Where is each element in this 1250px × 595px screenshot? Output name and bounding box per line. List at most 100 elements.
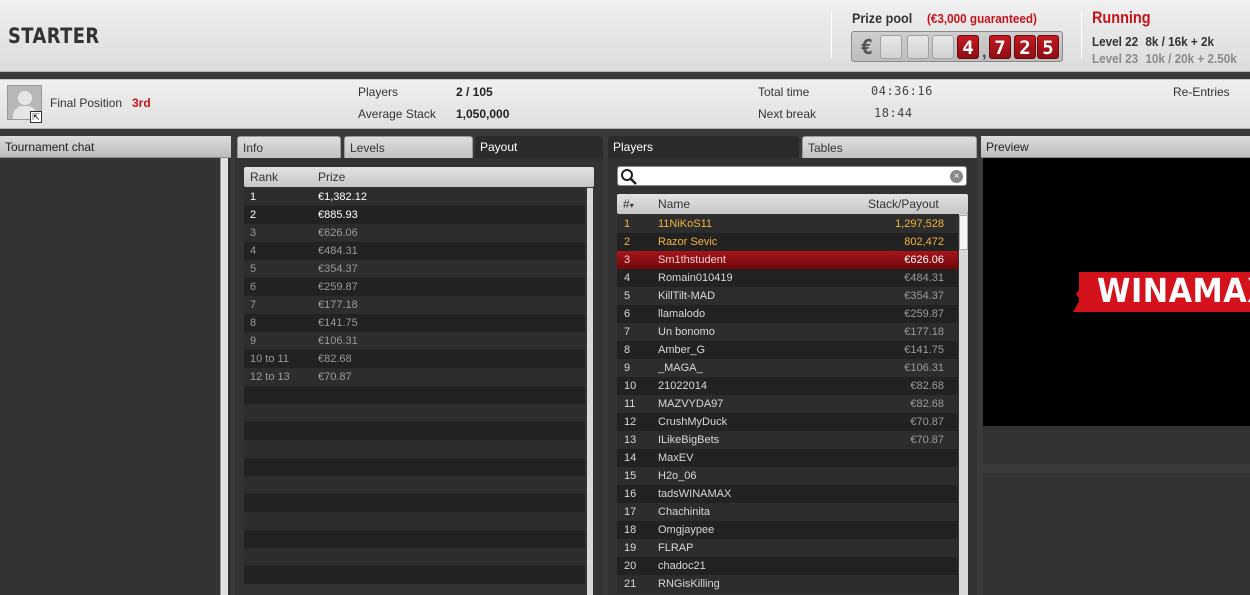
final-position-label: Final Position — [50, 96, 123, 110]
currency-symbol: € — [860, 35, 874, 59]
player-stack: 1,297,528 — [895, 218, 944, 230]
players-col-stack[interactable]: Stack/Payout — [868, 194, 939, 214]
prize-pool-label: Prize pool — [852, 10, 913, 26]
total-time-label: Total time — [758, 85, 810, 99]
search-input[interactable] — [640, 168, 940, 184]
payout-prize: €259.87 — [318, 281, 358, 293]
player-row[interactable]: 11 MAZVYDA97 €82.68 — [617, 395, 958, 413]
player-rank: 8 — [624, 344, 631, 356]
payout-rank: 8 — [250, 317, 257, 329]
player-row[interactable]: 4 Romain010419 €484.31 — [617, 269, 958, 287]
payout-rank: 2 — [250, 209, 257, 221]
payout-col-rank: Rank — [250, 170, 279, 184]
player-name: tadsWINAMAX — [658, 488, 732, 500]
player-rank: 6 — [624, 308, 631, 320]
tab-tables[interactable]: Tables — [802, 136, 977, 158]
payout-row: 8 €141.75 — [244, 314, 585, 332]
prize-digit — [880, 35, 902, 59]
players-col-name[interactable]: Name — [658, 194, 690, 214]
player-row[interactable]: 3 Sm1thstudent €626.06 — [617, 251, 958, 269]
payout-rank: 12 to 13 — [250, 371, 290, 383]
player-stack: €141.75 — [904, 344, 944, 356]
payout-rank: 9 — [250, 335, 257, 347]
next-break-value: 18:44 — [874, 106, 913, 120]
average-stack-label: Average Stack — [358, 107, 436, 121]
player-row[interactable]: 21 RNGisKilling — [617, 575, 958, 593]
tab-payout[interactable]: Payout — [475, 136, 603, 158]
search-icon — [621, 169, 637, 185]
tournament-status: Running — [1092, 8, 1151, 27]
expand-icon[interactable]: ⇱ — [30, 111, 42, 123]
players-col-num-label: # — [623, 197, 630, 211]
payout-row: 7 €177.18 — [244, 296, 585, 314]
payout-row — [244, 404, 585, 422]
payout-prize: €70.87 — [318, 371, 352, 383]
player-stack: €70.87 — [910, 416, 944, 428]
player-stack: €484.31 — [904, 272, 944, 284]
player-row[interactable]: 20 chadoc21 — [617, 557, 958, 575]
tournament-infobar: ⇱ Final Position 3rd Players 2 / 105 Ave… — [0, 79, 1250, 129]
player-row[interactable]: 8 Amber_G €141.75 — [617, 341, 958, 359]
tab-levels[interactable]: Levels — [344, 136, 473, 158]
player-row[interactable]: 12 CrushMyDuck €70.87 — [617, 413, 958, 431]
player-rank: 19 — [624, 542, 637, 554]
payout-table-header: Rank Prize — [244, 167, 594, 187]
payout-row — [244, 530, 585, 548]
current-level: Level 22 8k / 16k + 2k — [1092, 34, 1214, 49]
payout-row — [244, 476, 585, 494]
players-col-num[interactable]: #▾ — [623, 194, 634, 216]
player-row[interactable]: 16 tadsWINAMAX — [617, 485, 958, 503]
player-row[interactable]: 15 H2o_06 — [617, 467, 958, 485]
payout-row: 5 €354.37 — [244, 260, 585, 278]
player-stack: €259.87 — [904, 308, 944, 320]
player-row[interactable]: 6 llamalodo €259.87 — [617, 305, 958, 323]
player-name: FLRAP — [658, 542, 694, 554]
player-rank: 12 — [624, 416, 637, 428]
chat-scrollbar[interactable] — [220, 158, 228, 595]
players-table-header: #▾ Name Stack/Payout — [617, 194, 968, 214]
clear-search-icon[interactable]: × — [950, 170, 963, 183]
winamax-logo-text: WINAMAX — [1097, 271, 1250, 310]
player-row[interactable]: 18 Omgjaypee — [617, 521, 958, 539]
payout-scrollbar[interactable] — [587, 188, 593, 595]
player-row[interactable]: 19 FLRAP — [617, 539, 958, 557]
payout-rank: 5 — [250, 263, 257, 275]
payout-prize: €626.06 — [318, 227, 358, 239]
payout-row: 9 €106.31 — [244, 332, 585, 350]
payout-rank: 3 — [250, 227, 257, 239]
player-stack: 802,472 — [904, 236, 944, 248]
player-row[interactable]: 2 Razor Sevic 802,472 — [617, 233, 958, 251]
player-row[interactable]: 5 KillTilt-MAD €354.37 — [617, 287, 958, 305]
player-rank: 10 — [624, 380, 637, 392]
reentries-label: Re-Entries — [1173, 85, 1230, 99]
player-row[interactable]: 13 ILikeBigBets €70.87 — [617, 431, 958, 449]
player-row[interactable]: 14 MaxEV — [617, 449, 958, 467]
header-divider — [831, 12, 832, 58]
payout-prize: €1,382.12 — [318, 191, 367, 203]
player-rank: 17 — [624, 506, 637, 518]
player-search[interactable]: × — [617, 166, 967, 186]
prize-digit: 4 — [957, 35, 979, 59]
player-name: 11NiKoS11 — [658, 218, 713, 230]
player-rank: 21 — [624, 578, 637, 590]
payout-prize: €141.75 — [318, 317, 358, 329]
tab-info[interactable]: Info — [237, 136, 341, 158]
players-scrollbar[interactable] — [959, 214, 968, 595]
players-value: 2 / 105 — [456, 85, 493, 99]
payout-row — [244, 422, 585, 440]
player-rank: 15 — [624, 470, 637, 482]
player-row[interactable]: 9 _MAGA_ €106.31 — [617, 359, 958, 377]
player-name: RNGisKilling — [658, 578, 720, 590]
tab-players[interactable]: Players — [608, 136, 799, 158]
player-row[interactable]: 1 11NiKoS11 1,297,528 — [617, 215, 958, 233]
player-name: 21022014 — [658, 380, 707, 392]
prize-digit — [907, 35, 929, 59]
player-name: MAZVYDA97 — [658, 398, 724, 410]
players-scroll-thumb[interactable] — [959, 215, 968, 250]
player-rank: 16 — [624, 488, 637, 500]
player-row[interactable]: 17 Chachinita — [617, 503, 958, 521]
player-row[interactable]: 10 21022014 €82.68 — [617, 377, 958, 395]
player-name: ILikeBigBets — [658, 434, 720, 446]
player-row[interactable]: 7 Un bonomo €177.18 — [617, 323, 958, 341]
player-rank: 5 — [624, 290, 631, 302]
